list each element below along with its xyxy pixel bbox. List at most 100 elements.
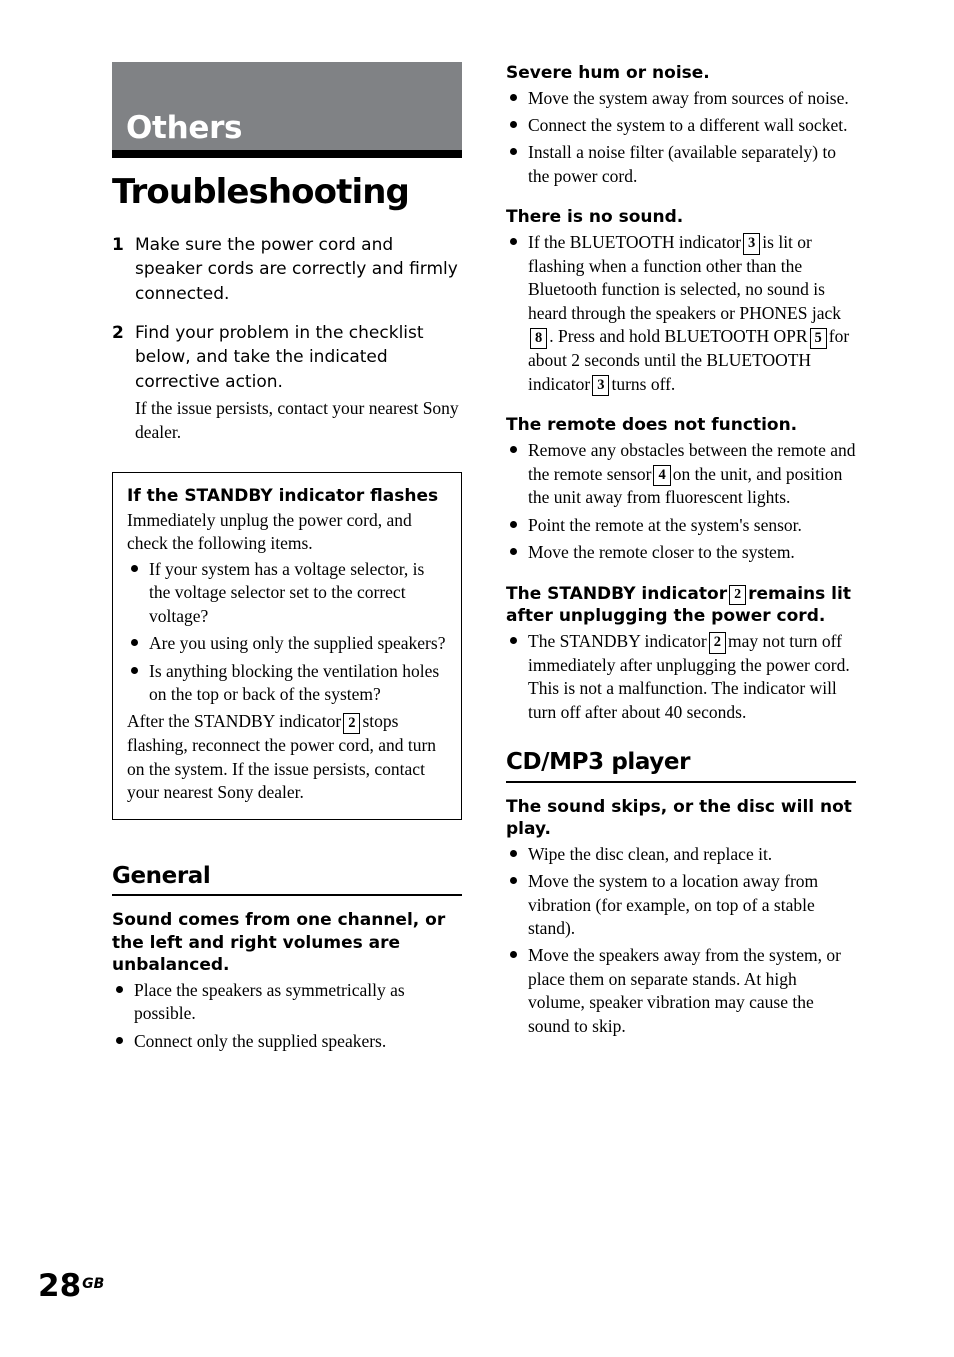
list-item: Connect the system to a different wall s…: [506, 114, 856, 137]
step-item: 1 Make sure the power cord and speaker c…: [112, 233, 462, 307]
standby-flashing-callout: If the STANDBY indicator flashes Immedia…: [112, 471, 462, 820]
list-item: Move the system to a location away from …: [506, 870, 856, 940]
manual-page: Others Troubleshooting 1 Make sure the p…: [0, 0, 954, 1357]
bullet-dot-icon: [510, 93, 517, 101]
problem-heading: The sound skips, or the disc will not pl…: [506, 796, 852, 840]
problem-bullet-list: Place the speakers as symmetrically as p…: [112, 979, 462, 1053]
list-item: Move the speakers away from the system, …: [506, 944, 856, 1038]
bullet-dot-icon: [131, 666, 138, 674]
callout-title: If the STANDBY indicator flashes: [127, 485, 439, 506]
section-heading-general: General: [112, 862, 211, 889]
section-heading-rule: [506, 780, 856, 783]
section-banner: Others: [112, 62, 462, 150]
callout-intro: Immediately unplug the power cord, and c…: [127, 509, 412, 554]
problem-bullet-list: Move the system away from sources of noi…: [506, 87, 856, 189]
banner-underline-rule: [112, 150, 462, 158]
problem-bullet-list: Wipe the disc clean, and replace it. Mov…: [506, 843, 856, 1039]
callout-bullet-list: If your system has a voltage selector, i…: [127, 558, 447, 707]
step-body: Make sure the power cord and speaker cor…: [135, 233, 462, 307]
list-item-text: The STANDBY indicator 2 may not turn off i…: [528, 631, 850, 722]
page-number-value: 28: [38, 1268, 82, 1304]
bullet-dot-icon: [510, 148, 517, 156]
list-item-text: Point the remote at the system's sensor.: [528, 514, 802, 535]
numbered-steps: 1 Make sure the power cord and speaker c…: [112, 233, 462, 444]
bullet-dot-icon: [510, 237, 517, 245]
page-number: 28GB: [38, 1271, 104, 1302]
reference-marker-8: 8: [530, 327, 548, 350]
step-text: Find your problem in the checklist below…: [135, 322, 424, 392]
step-item: 2 Find your problem in the checklist bel…: [112, 321, 462, 444]
list-item: Move the remote closer to the system.: [506, 541, 856, 564]
list-item-text: Are you using only the supplied speakers…: [149, 633, 446, 654]
problem-block-hum: Severe hum or noise. Move the system awa…: [506, 62, 856, 188]
list-item: Move the system away from sources of noi…: [506, 87, 856, 110]
problem-heading: The remote does not function.: [506, 415, 798, 436]
list-item: Remove any obstacles between the remote …: [506, 439, 856, 510]
problem-bullet-list: The STANDBY indicator 2 may not turn off i…: [506, 630, 856, 724]
list-item-text: Connect the system to a different wall s…: [528, 115, 848, 136]
list-item: Wipe the disc clean, and replace it.: [506, 843, 856, 866]
list-item-text: If your system has a voltage selector, i…: [149, 558, 425, 626]
problem-block-no-sound: There is no sound. If the BLUETOOTH indi…: [506, 206, 856, 397]
reference-marker-2b: 2: [708, 632, 727, 654]
bullet-dot-icon: [510, 951, 517, 959]
right-column: Severe hum or noise. Move the system awa…: [506, 62, 856, 1056]
step-body: Find your problem in the checklist below…: [135, 321, 462, 444]
section-heading-rule: [112, 893, 462, 896]
reference-marker-4: 4: [653, 464, 671, 487]
bullet-dot-icon: [510, 121, 517, 129]
section-heading-cd-mp3: CD/MP3 player: [506, 749, 691, 776]
step-number: 2: [112, 322, 124, 343]
list-item: Point the remote at the system's sensor.: [506, 514, 856, 537]
list-item-text: If the BLUETOOTH indicator 3 is lit or fla…: [528, 232, 849, 397]
bullet-dot-icon: [131, 564, 138, 572]
section-banner-label: Others: [126, 110, 243, 146]
problem-heading: There is no sound.: [506, 207, 684, 228]
bullet-dot-icon: [510, 849, 517, 857]
callout-outro: After the STANDBY indicator 2 stops flashi…: [127, 710, 447, 804]
list-item: Place the speakers as symmetrically as p…: [112, 979, 462, 1026]
section-general: General Sound comes from one channel, or…: [112, 862, 462, 1053]
problem-block-standby: The STANDBY indicator 2 remains lit after …: [506, 583, 856, 724]
left-column: Others Troubleshooting 1 Make sure the p…: [112, 62, 462, 1071]
problem-heading: Severe hum or noise.: [506, 63, 710, 83]
text-part: The STANDBY indicator: [528, 630, 707, 651]
page-title: Troubleshooting: [112, 172, 410, 212]
reference-marker-3b: 3: [592, 374, 610, 397]
callout-outro-part1: After the STANDBY indicator: [127, 711, 342, 732]
bullet-dot-icon: [510, 520, 517, 528]
bullet-dot-icon: [510, 877, 517, 885]
list-item: Are you using only the supplied speakers…: [127, 632, 447, 655]
bullet-dot-icon: [116, 1036, 123, 1044]
problem-block-remote: The remote does not function. Remove any…: [506, 414, 856, 564]
text-part: The STANDBY indicator: [506, 583, 728, 604]
bullet-dot-icon: [510, 548, 517, 556]
list-item-text: Is anything blocking the ventilation hol…: [149, 660, 440, 704]
bullet-dot-icon: [510, 636, 517, 644]
list-item: Connect only the supplied speakers.: [112, 1030, 462, 1053]
page-number-suffix: GB: [82, 1276, 105, 1293]
text-part: turns off.: [611, 373, 676, 394]
list-item-text: Connect only the supplied speakers.: [134, 1030, 387, 1051]
reference-marker-3: 3: [743, 233, 761, 255]
list-item: The STANDBY indicator 2 may not turn off i…: [506, 630, 856, 724]
bullet-dot-icon: [510, 446, 517, 454]
text-part: . Press and hold BLUETOOTH OPR: [549, 326, 808, 347]
list-item: Install a noise filter (available separa…: [506, 141, 856, 188]
list-item: If the BLUETOOTH indicator 3 is lit or fla…: [506, 231, 856, 397]
list-item-text: Move the system to a location away from …: [528, 871, 819, 939]
reference-marker-5: 5: [809, 327, 827, 350]
reference-marker-2: 2: [343, 712, 361, 735]
bullet-dot-icon: [131, 639, 138, 647]
list-item-text: Install a noise filter (available separa…: [528, 142, 837, 186]
list-item-text: Place the speakers as symmetrically as p…: [134, 979, 405, 1024]
list-item-text: Remove any obstacles between the remote …: [528, 440, 856, 507]
list-item-text: Wipe the disc clean, and replace it.: [528, 843, 773, 864]
section-cd-mp3: CD/MP3 player The sound skips, or the di…: [506, 749, 856, 1039]
problem-heading: Sound comes from one channel, or the lef…: [112, 909, 446, 976]
step-text: Make sure the power cord and speaker cor…: [135, 234, 458, 304]
list-item-text: Move the remote closer to the system.: [528, 542, 795, 563]
problem-heading: The STANDBY indicator 2 remains lit after …: [506, 583, 856, 628]
list-item: If your system has a voltage selector, i…: [127, 558, 447, 628]
problem-block: Sound comes from one channel, or the lef…: [112, 909, 462, 1053]
